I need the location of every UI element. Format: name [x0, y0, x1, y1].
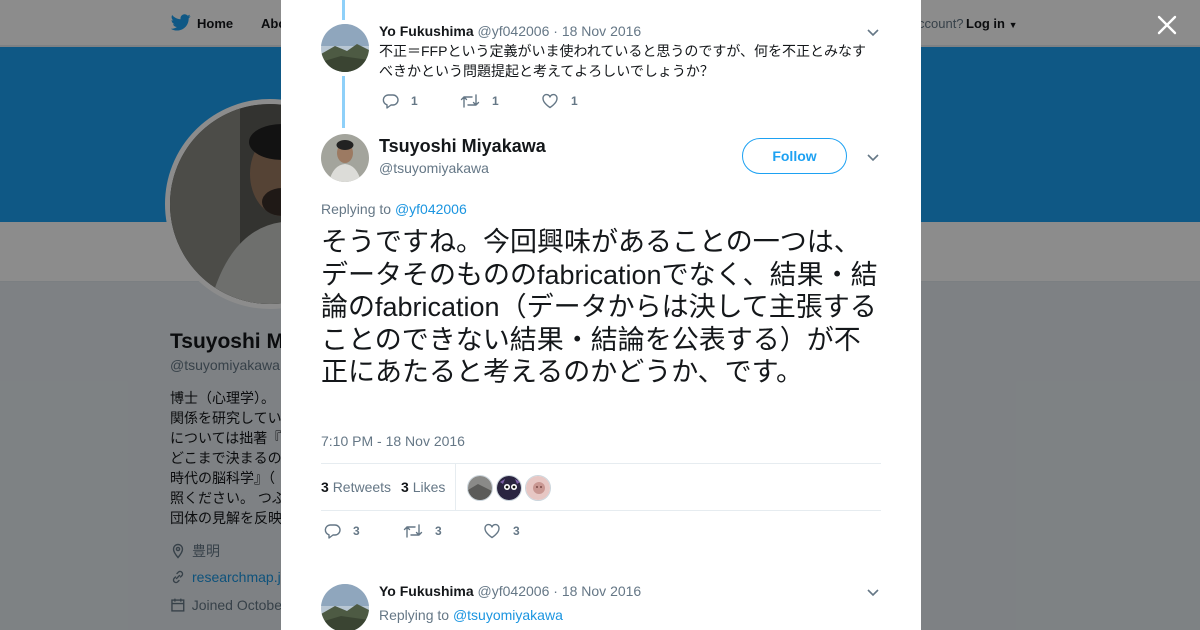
tweet-header: Yo Fukushima @yf042006 · 18 Nov 2016	[379, 23, 641, 39]
tweet-modal: Yo Fukushima @yf042006 · 18 Nov 2016 不正＝…	[281, 0, 921, 630]
author-handle[interactable]: @yf042006	[478, 583, 550, 599]
like-count: 3	[513, 524, 520, 538]
retweet-icon	[403, 524, 423, 538]
reply-icon	[382, 94, 399, 109]
author-avatar[interactable]	[321, 584, 369, 630]
tweet-text: 不正＝FFPという定義がいま使われていると思うのですが、何を不正とみなすべきかと…	[379, 43, 867, 79]
author-name[interactable]: Tsuyoshi Miyakawa	[379, 136, 546, 157]
author-handle[interactable]: @tsuyomiyakawa	[379, 160, 489, 176]
retweets-stat-label: Retweets	[332, 479, 392, 495]
reply-button[interactable]: 3	[324, 523, 403, 539]
retweet-count: 1	[492, 94, 499, 108]
close-icon[interactable]	[1154, 12, 1180, 38]
liker-avatar[interactable]	[525, 475, 551, 501]
like-button[interactable]: 1	[541, 93, 578, 109]
liker-avatar[interactable]	[467, 475, 493, 501]
tweet-header: Yo Fukushima @yf042006 · 18 Nov 2016	[379, 583, 641, 599]
reply-icon	[324, 524, 341, 539]
replying-to-link[interactable]: @tsuyomiyakawa	[453, 607, 563, 623]
heart-icon	[542, 93, 558, 109]
author-name[interactable]: Yo Fukushima	[379, 23, 474, 39]
retweets-stat[interactable]: 3 Retweets	[321, 479, 391, 495]
replying-prefix: Replying to	[321, 201, 392, 217]
tweet-stats: 3 Retweets 3 Likes	[321, 463, 881, 511]
author-name[interactable]: Yo Fukushima	[379, 583, 474, 599]
retweet-count: 3	[435, 524, 442, 538]
chevron-down-icon[interactable]	[865, 149, 881, 165]
retweet-icon	[460, 94, 480, 108]
retweet-button[interactable]: 1	[460, 93, 541, 109]
replying-to: Replying to @tsuyomiyakawa	[379, 607, 563, 623]
tweet-date[interactable]: · 18 Nov 2016	[553, 583, 641, 599]
reply-count: 1	[411, 94, 418, 108]
tweet-date[interactable]: · 18 Nov 2016	[553, 23, 641, 39]
reply-count: 3	[353, 524, 360, 538]
heart-icon	[484, 523, 500, 539]
liker-avatar[interactable]	[496, 475, 522, 501]
tweet-text: そうですね。今回興味があることの一つは、データそのもののfabricationで…	[321, 227, 878, 387]
author-avatar[interactable]	[321, 24, 369, 72]
like-button[interactable]: 3	[483, 523, 520, 539]
author-handle[interactable]: @yf042006	[478, 23, 550, 39]
retweet-button[interactable]: 3	[403, 523, 483, 539]
thread-line	[342, 76, 345, 128]
retweets-stat-count: 3	[321, 479, 329, 495]
likes-stat-count: 3	[401, 479, 409, 495]
replying-to: Replying to @yf042006	[321, 201, 467, 217]
tweet-actions: 3 3 3	[324, 523, 520, 539]
thread-line	[342, 0, 345, 20]
like-count: 1	[571, 94, 578, 108]
tweet-actions: 1 1 1	[382, 93, 578, 109]
follow-button[interactable]: Follow	[742, 138, 847, 174]
likes-stat[interactable]: 3 Likes	[401, 479, 445, 495]
stats-divider	[455, 464, 456, 510]
replying-prefix: Replying to	[379, 607, 450, 623]
likes-stat-label: Likes	[412, 479, 446, 495]
chevron-down-icon[interactable]	[865, 584, 881, 600]
author-avatar[interactable]	[321, 134, 369, 182]
tweet-timestamp[interactable]: 7:10 PM - 18 Nov 2016	[321, 433, 465, 449]
replying-to-link[interactable]: @yf042006	[395, 201, 467, 217]
reply-button[interactable]: 1	[382, 93, 460, 109]
chevron-down-icon[interactable]	[865, 24, 881, 40]
